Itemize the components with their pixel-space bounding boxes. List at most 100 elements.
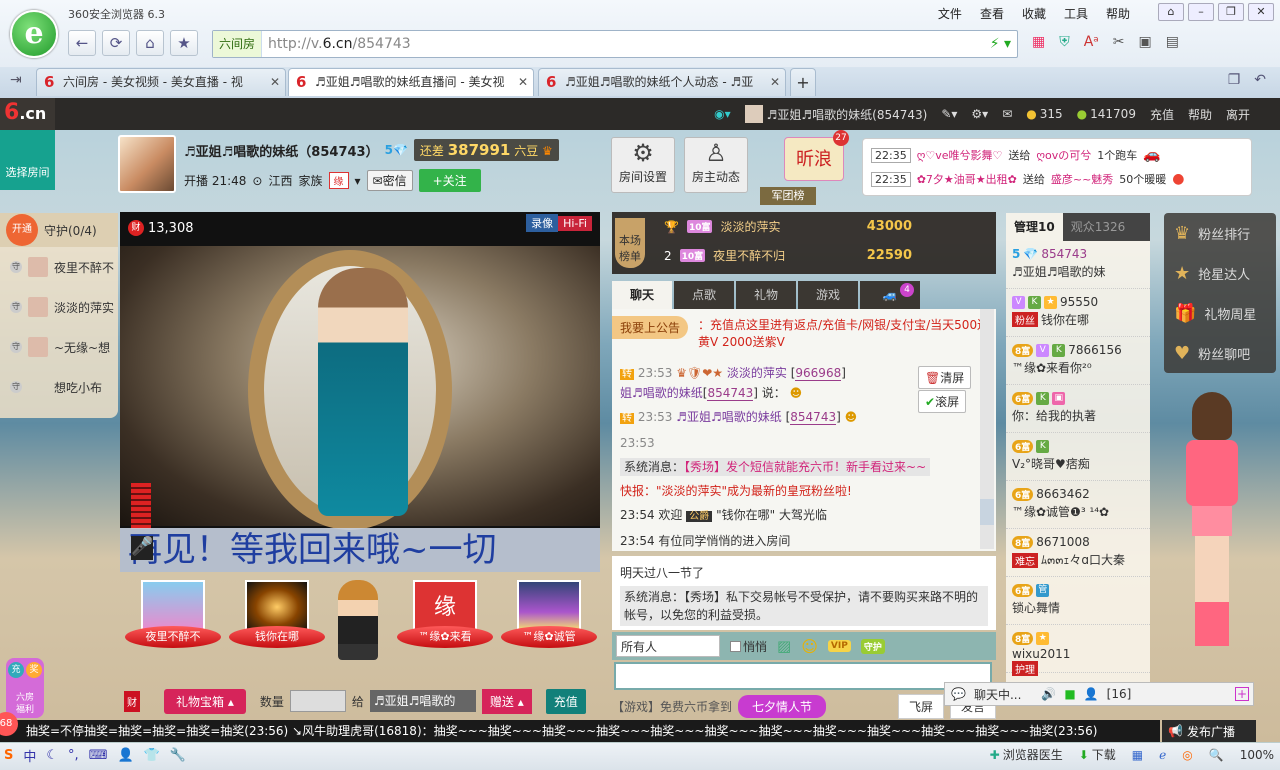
punctuation-icon[interactable]: °, xyxy=(68,748,79,763)
tab-live-room[interactable]: 6 ♬亚姐♬唱歌的妹纸直播间 - 美女视 ✕ xyxy=(288,68,534,96)
chat-input[interactable] xyxy=(614,662,992,690)
fan-seat[interactable]: 缘 ™缘✿来看 xyxy=(397,580,493,660)
menu-favorites[interactable]: 收藏 xyxy=(1022,5,1046,22)
tab-profile[interactable]: 6 ♬亚姐♬唱歌的妹纸个人动态 - ♬亚 ✕ xyxy=(538,68,786,96)
grid-icon[interactable]: ▦ xyxy=(1132,748,1143,762)
speaker-icon[interactable]: 🔊 xyxy=(1041,687,1056,701)
list-item[interactable]: 5 💎 854743 ♬亚姐♬唱歌的妹 xyxy=(1006,241,1150,289)
fly-screen-button[interactable]: 飞屏 xyxy=(897,693,944,719)
ime-mode[interactable]: 中 xyxy=(23,746,36,765)
shirt-icon[interactable]: 👕 xyxy=(144,748,160,763)
lightning-icon[interactable]: ⚡ ▾ xyxy=(990,36,1017,52)
tab-chat[interactable]: 聊天 xyxy=(612,281,672,309)
tab-homepage[interactable]: 6 六间房 - 美女视频 - 美女直播 - 视 ✕ xyxy=(36,68,286,96)
ie-icon[interactable]: ℯ xyxy=(1159,748,1166,762)
moon-icon[interactable]: ☾ xyxy=(46,748,58,763)
keyboard-icon[interactable]: ⌨ xyxy=(89,748,108,763)
window-list-icon[interactable]: ❐ xyxy=(1228,72,1241,88)
scroll-thumb[interactable] xyxy=(980,499,994,525)
guard-open-button[interactable]: 开通 xyxy=(6,214,38,246)
tab-songs[interactable]: 点歌 xyxy=(674,281,734,309)
reward-icon[interactable]: 奖 xyxy=(26,662,42,678)
fan-chat-button[interactable]: ♥ 粉丝聊吧 xyxy=(1164,333,1276,373)
gift-receiver[interactable]: 盛彦~~魅秀 xyxy=(1051,171,1113,187)
legion-rank-button[interactable]: 军团榜 xyxy=(760,187,816,205)
grid-icon[interactable]: ▤ xyxy=(1166,34,1179,50)
clear-screen-button[interactable]: 🗑清屏 xyxy=(918,366,972,389)
edit-icon[interactable]: ✎▾ xyxy=(941,107,957,121)
host-feed-button[interactable]: ♙ 房主动态 xyxy=(684,137,748,193)
list-item[interactable]: 8富 V K 7866156 ™缘✿来看你²⁰ xyxy=(1006,337,1150,385)
menu-file[interactable]: 文件 xyxy=(938,5,962,22)
charge-icon[interactable]: 充 xyxy=(8,662,24,678)
vip-emoji-button[interactable]: VIP xyxy=(827,640,851,652)
add-icon[interactable]: + xyxy=(1235,687,1249,701)
recipient-dropdown[interactable]: 所有人 xyxy=(616,635,720,657)
fan-seat[interactable]: ™缘✿诚管 xyxy=(501,580,597,660)
star-grabber-button[interactable]: ★ 抢星达人 xyxy=(1164,253,1276,293)
rank-row[interactable]: 🏆 10富 淡淡的萍实 43000 xyxy=(612,212,996,241)
tab-cars[interactable]: 🚙 4 xyxy=(860,281,920,309)
help-link[interactable]: 帮助 xyxy=(1188,106,1212,123)
whisper-checkbox[interactable] xyxy=(730,640,741,652)
user-icon[interactable]: 👤 xyxy=(117,748,133,763)
user-menu[interactable]: ♬亚姐♬唱歌的妹纸(854743) xyxy=(744,105,927,123)
welcome-user[interactable]: "钱你在哪" xyxy=(716,508,775,522)
home-window-icon[interactable]: ⌂ xyxy=(1158,3,1184,21)
chat-scrollbar[interactable] xyxy=(980,309,994,549)
site-logo[interactable]: 6.cn xyxy=(0,98,55,130)
menu-help[interactable]: 帮助 xyxy=(1106,5,1130,22)
logout-link[interactable]: 离开 xyxy=(1226,106,1250,123)
mini-chat-window[interactable]: 💬 聊天中... 🔊 ■ 👤 [16] + xyxy=(944,682,1254,706)
send-gift-button[interactable]: 赠送 ▴ xyxy=(481,688,532,714)
chat-user-id[interactable]: 966968 xyxy=(795,366,842,381)
smiley-icon[interactable]: ☺ xyxy=(801,637,818,656)
follow-button[interactable]: +关注 xyxy=(418,169,481,192)
favorite-star-button[interactable]: ★ xyxy=(170,30,198,56)
valentine-button[interactable]: 七夕情人节 xyxy=(738,694,827,718)
announce-text[interactable]: ：充值点这里进有返点/充值卡/网银/支付宝/当天500送黄V 2000送紫V xyxy=(698,317,990,351)
browser-doctor[interactable]: ✚ 浏览器医生 xyxy=(990,746,1063,763)
select-room-button[interactable]: 选择房间 xyxy=(0,130,55,190)
guard-item[interactable]: 守 ~无缘~想 xyxy=(0,327,118,367)
game-icon[interactable]: ▣ xyxy=(1139,34,1152,50)
guard-item[interactable]: 守 夜里不醉不 xyxy=(0,247,118,287)
sidebar-toggle-icon[interactable]: ⇥ xyxy=(10,72,22,88)
guard-item[interactable]: 守 淡淡的萍实 xyxy=(0,287,118,327)
settings-gear-icon[interactable]: ⚙▾ xyxy=(971,107,988,121)
image-icon[interactable]: ▨ xyxy=(777,637,791,655)
verify-icon[interactable]: ◉▾ xyxy=(714,107,731,121)
zoom-level[interactable]: 100% xyxy=(1240,748,1274,762)
url-text[interactable]: http://v.6.cn/854743 xyxy=(262,31,411,57)
mail-icon[interactable]: ✉ xyxy=(1002,107,1012,121)
fan-seat[interactable]: 钱你在哪 xyxy=(229,580,325,660)
recharge-button[interactable]: 充值 xyxy=(545,688,586,714)
list-item[interactable]: 8富 ★ wixu2011 护理 xyxy=(1006,625,1150,676)
record-button[interactable]: 录像 xyxy=(526,214,559,232)
sogou-icon[interactable]: S xyxy=(4,748,13,763)
scissors-icon[interactable]: ✂ xyxy=(1113,34,1125,50)
broadcast-button[interactable]: 📢 发布广播 xyxy=(1162,720,1256,742)
list-item[interactable]: 6富 K ▣ 你：给我的执著 xyxy=(1006,385,1150,433)
gift-sender[interactable]: ✿7夕★油哥★出租✿ xyxy=(917,171,1017,187)
recipient-select[interactable]: ♬亚姐♬唱歌的 xyxy=(369,690,476,712)
dropdown-icon[interactable]: ▾ xyxy=(355,174,361,188)
chat-user[interactable]: ♬亚姐♬唱歌的妹纸 xyxy=(676,410,782,424)
tab-gifts[interactable]: 礼物 xyxy=(736,281,796,309)
list-item[interactable]: 6富管锁心舞情 xyxy=(1006,577,1150,625)
menu-view[interactable]: 查看 xyxy=(980,5,1004,22)
apps-icon[interactable]: ▦ xyxy=(1032,34,1045,50)
hifi-button[interactable]: Hi-Fi xyxy=(558,215,592,231)
rank-row[interactable]: 2 10富 夜里不醉不归 22590 xyxy=(612,241,996,270)
undo-close-icon[interactable]: ↶ xyxy=(1254,72,1266,88)
chat-target[interactable]: 姐♬唱歌的妹纸 xyxy=(620,386,703,400)
new-tab-button[interactable]: + xyxy=(790,68,816,96)
list-item[interactable]: 6富 K V₂°晓哥♥痞痴 xyxy=(1006,433,1150,481)
announce-button[interactable]: 我要上公告 xyxy=(612,315,689,339)
microphone-icon[interactable]: 🎤 xyxy=(131,536,153,560)
tab-admins[interactable]: 管理10 xyxy=(1006,213,1063,241)
chat-target-id[interactable]: 854743 xyxy=(707,386,754,401)
gift-receiver[interactable]: ღovの可兮 xyxy=(1036,147,1091,163)
fan-seat[interactable]: 夜里不醉不 xyxy=(125,580,221,660)
recharge-link[interactable]: 充值 xyxy=(1150,106,1174,123)
